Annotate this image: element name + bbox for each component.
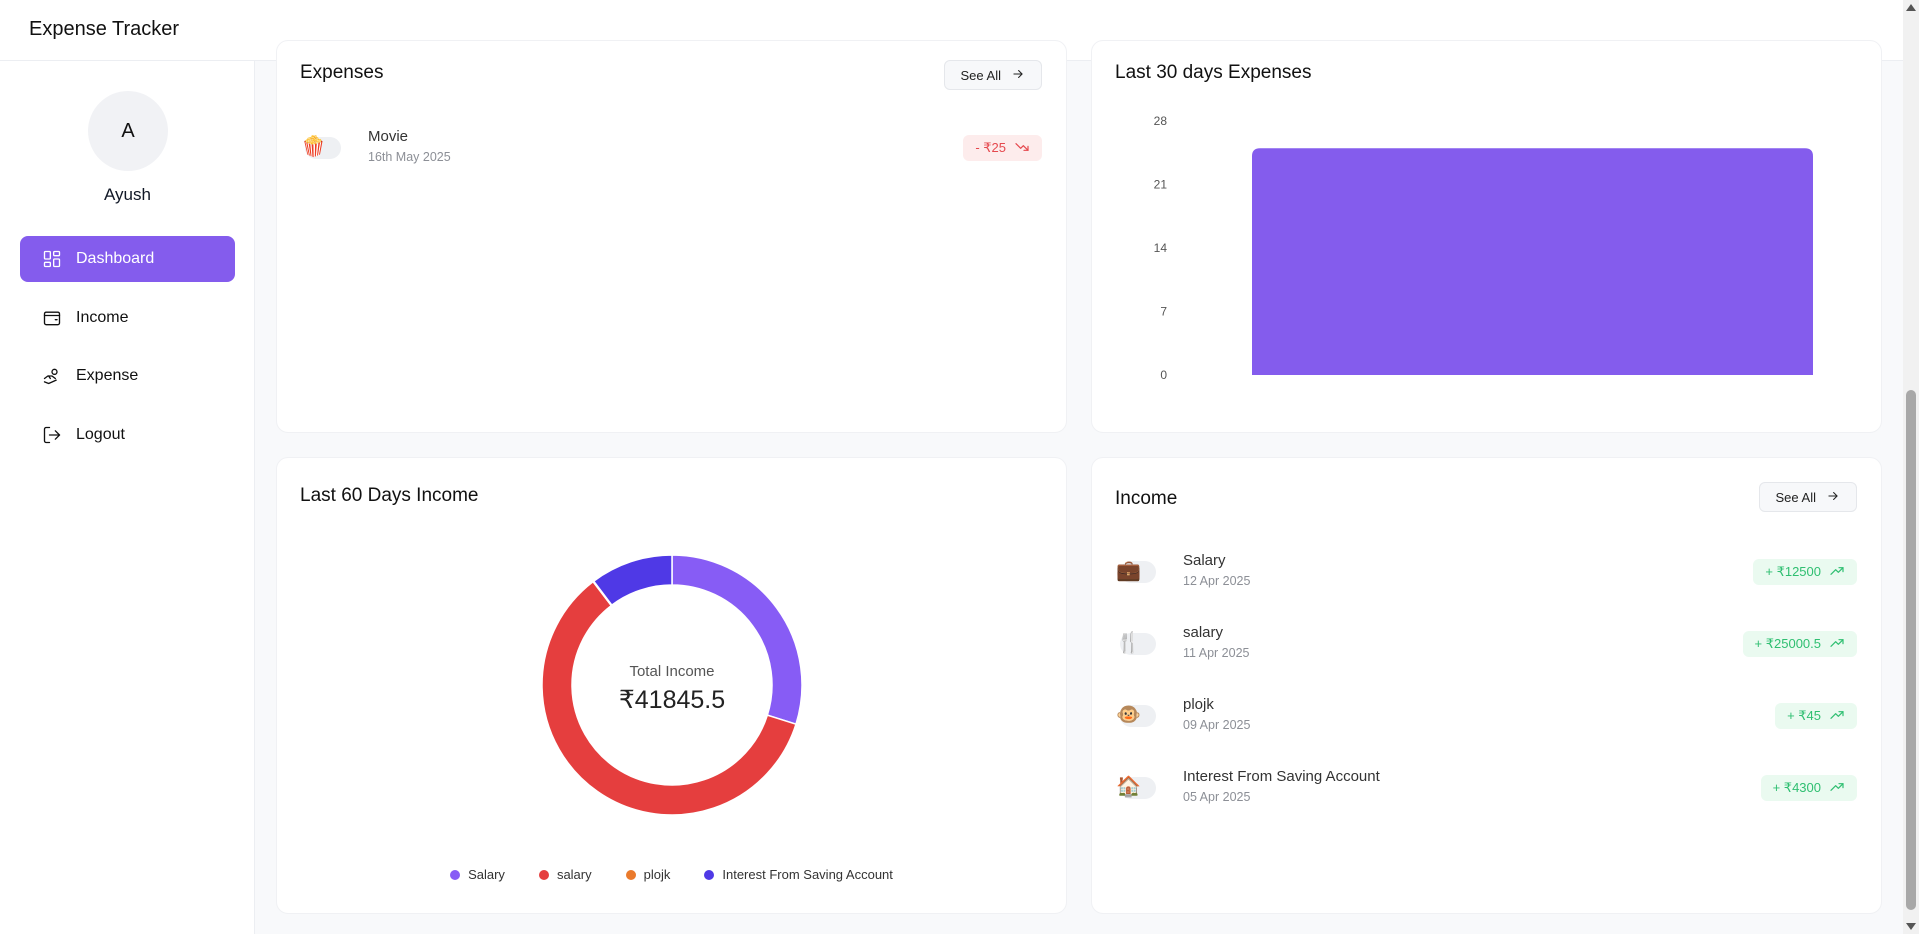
income-name: Interest From Saving Account [1183, 768, 1380, 785]
income-amount-badge: + ₹45 [1775, 703, 1857, 729]
donut-legend: Salary salary plojk Interest From Saving… [277, 867, 1066, 882]
trending-up-icon [1829, 707, 1845, 726]
legend-item: plojk [625, 867, 670, 882]
income-date: 09 Apr 2025 [1183, 718, 1251, 732]
see-all-label: See All [1775, 489, 1816, 505]
y-tick-label: 7 [1160, 305, 1167, 319]
sidebar-item-logout[interactable]: Logout [20, 412, 235, 458]
income-date: 12 Apr 2025 [1183, 574, 1251, 588]
sidebar-item-label: Logout [76, 426, 125, 443]
donut-slice[interactable] [592, 554, 673, 607]
app-title: Expense Tracker [29, 18, 180, 40]
expense-item[interactable]: 🍿 Movie 16th May 2025 - ₹25 [291, 127, 1042, 185]
expenses-card: Expenses See All 🍿 Movie 16th May 2025 -… [276, 40, 1067, 433]
arrow-right-icon [1826, 489, 1840, 506]
trending-up-icon [1829, 635, 1845, 654]
user-name: Ayush [104, 185, 151, 204]
bar-chart: 28 21 14 7 0 [1154, 114, 1813, 382]
legend-dot [625, 869, 636, 880]
last-60-days-card: Last 60 Days Income Total Income ₹41845.… [276, 457, 1067, 914]
y-tick-label: 0 [1160, 368, 1167, 382]
income-item[interactable]: 💼 Salary 12 Apr 2025 + ₹12500 [1106, 551, 1857, 609]
income-name: plojk [1183, 696, 1214, 713]
fork-knife-icon: 🍴 [1106, 629, 1156, 657]
income-card-title: Income [1115, 488, 1178, 509]
wallet-icon [42, 308, 62, 328]
expense-date: 16th May 2025 [368, 150, 451, 164]
income-date: 11 Apr 2025 [1183, 646, 1250, 660]
y-tick-label: 14 [1154, 241, 1168, 255]
trending-up-icon [1829, 563, 1845, 582]
income-item[interactable]: 🏠 Interest From Saving Account 05 Apr 20… [1106, 767, 1857, 825]
legend-item: Salary [450, 867, 505, 882]
y-tick-label: 28 [1154, 114, 1168, 128]
arrow-right-icon [1011, 67, 1025, 84]
trending-up-icon [1829, 779, 1845, 798]
donut-center-label: Total Income [629, 663, 714, 680]
income-name: salary [1183, 624, 1224, 641]
legend-dot [538, 869, 549, 880]
income-card: Income See All 💼 Salary 12 Apr 2025 + ₹1… [1091, 457, 1882, 914]
donut-center-value: ₹41845.5 [619, 686, 725, 714]
popcorn-icon: 🍿 [291, 133, 341, 161]
income-see-all-button[interactable]: See All [1758, 482, 1857, 512]
bar[interactable] [1252, 148, 1813, 375]
donut-chart: Total Income ₹41845.5 [541, 554, 803, 816]
income-amount-badge: + ₹25000.5 [1742, 631, 1857, 657]
sidebar-item-label: Dashboard [76, 250, 155, 267]
monkey-icon: 🐵 [1106, 701, 1156, 729]
sidebar-item-income[interactable]: Income [20, 295, 235, 341]
income-item[interactable]: 🐵 plojk 09 Apr 2025 + ₹45 [1106, 695, 1857, 753]
scroll-up-arrow-icon[interactable] [1906, 4, 1916, 11]
expenses-see-all-button[interactable]: See All [943, 60, 1042, 90]
sidebar: A Ayush Dashboard Income Expense Logout [0, 61, 255, 934]
sidebar-item-label: Income [76, 309, 129, 326]
legend-item: Interest From Saving Account [704, 867, 893, 882]
logout-icon [42, 425, 62, 445]
hand-coins-icon [42, 366, 62, 386]
scroll-down-arrow-icon[interactable] [1906, 923, 1916, 930]
income-amount-badge: + ₹12500 [1753, 559, 1857, 585]
last-30-days-card: Last 30 days Expenses 28 21 14 7 0 [1091, 40, 1882, 433]
income-date: 05 Apr 2025 [1183, 790, 1251, 804]
house-icon: 🏠 [1106, 773, 1156, 801]
expense-amount-badge: - ₹25 [963, 135, 1042, 161]
y-tick-label: 21 [1154, 178, 1168, 192]
trending-down-icon [1014, 139, 1030, 158]
legend-dot [450, 869, 461, 880]
dashboard-icon [42, 249, 62, 269]
income-item[interactable]: 🍴 salary 11 Apr 2025 + ₹25000.5 [1106, 623, 1857, 681]
legend-item: salary [538, 867, 592, 882]
legend-dot [704, 869, 715, 880]
sidebar-item-dashboard[interactable]: Dashboard [20, 236, 235, 282]
page-scrollbar[interactable] [1903, 0, 1919, 934]
see-all-label: See All [960, 67, 1001, 83]
scrollbar-thumb[interactable] [1906, 390, 1916, 910]
income-amount-badge: + ₹4300 [1760, 775, 1857, 801]
expenses-card-title: Expenses [300, 62, 384, 83]
avatar: A [88, 91, 168, 171]
sidebar-item-expense[interactable]: Expense [20, 353, 235, 399]
briefcase-icon: 💼 [1106, 557, 1156, 585]
avatar-initial: A [121, 119, 135, 142]
sidebar-item-label: Expense [76, 367, 139, 384]
expense-name: Movie [368, 128, 409, 145]
income-name: Salary [1183, 552, 1226, 569]
